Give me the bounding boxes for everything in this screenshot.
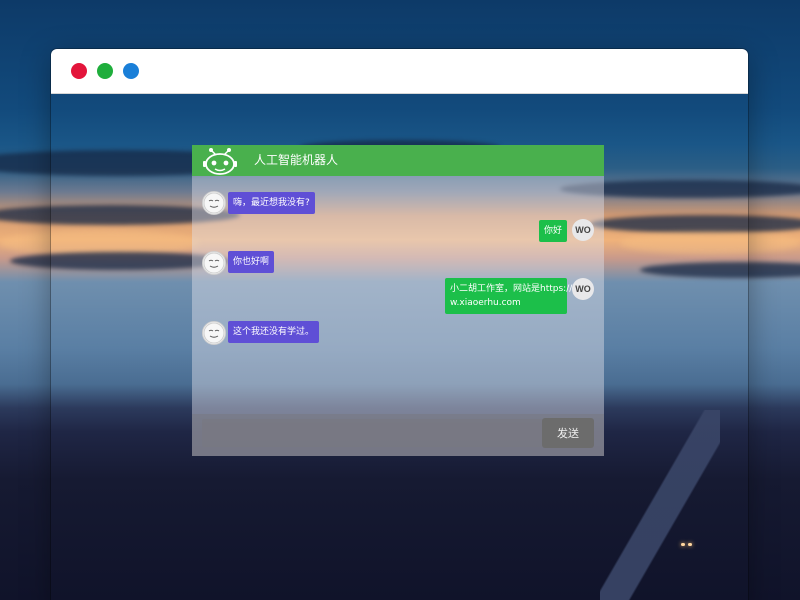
user-message-bubble: 你好: [538, 220, 567, 242]
user-avatar: WO: [572, 278, 594, 300]
user-avatar: WO: [572, 219, 594, 241]
message-item: 你好 WO: [192, 216, 604, 246]
message-input[interactable]: [202, 419, 544, 447]
message-item: 你也好啊: [192, 248, 604, 278]
smiley-face-icon: [202, 191, 226, 215]
message-item: 小二胡工作室，网站是https://ww w.xiaoerhu.com WO: [192, 276, 604, 316]
user-message-line: w.xiaoerhu.com: [450, 298, 521, 308]
bot-message-bubble: 你也好啊: [228, 251, 275, 273]
send-button[interactable]: 发送: [542, 418, 594, 448]
message-item: 嗨，最近想我没有?: [192, 176, 604, 215]
maximize-window-button[interactable]: [123, 63, 139, 79]
user-message-line: 小二胡工作室，网站是https://ww: [450, 284, 587, 294]
message-item: 这个我还没有学过。: [192, 316, 604, 346]
browser-titlebar: [51, 49, 748, 94]
chat-window: 人工智能机器人 嗨，最近想我没有? 你好 WO 你也好啊 小二胡工作室，网站是h…: [192, 145, 604, 456]
minimize-window-button[interactable]: [97, 63, 113, 79]
chat-title: 人工智能机器人: [254, 153, 339, 167]
desktop-background: 人工智能机器人 嗨，最近想我没有? 你好 WO 你也好啊 小二胡工作室，网站是h…: [0, 0, 800, 600]
message-list[interactable]: 嗨，最近想我没有? 你好 WO 你也好啊 小二胡工作室，网站是https://w…: [192, 176, 604, 414]
chat-composer: 发送: [192, 414, 604, 456]
bot-message-bubble: 嗨，最近想我没有?: [228, 192, 315, 214]
smiley-face-icon: [202, 321, 226, 345]
smiley-face-icon: [202, 251, 226, 275]
robot-icon: [203, 148, 237, 175]
user-message-bubble: 小二胡工作室，网站是https://ww w.xiaoerhu.com: [445, 278, 587, 314]
close-window-button[interactable]: [71, 63, 87, 79]
chat-header: 人工智能机器人: [192, 145, 604, 176]
bot-message-bubble: 这个我还没有学过。: [228, 321, 320, 343]
